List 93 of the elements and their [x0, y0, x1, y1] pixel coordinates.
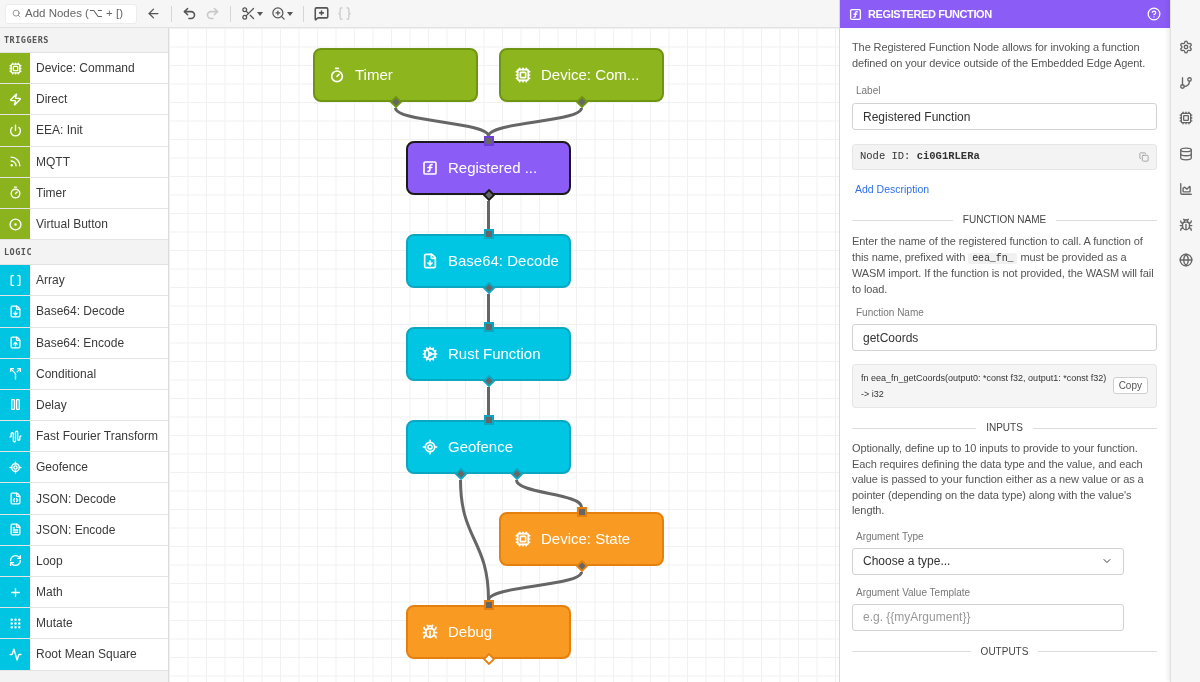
panel-title: REGISTERED FUNCTION: [868, 6, 992, 22]
node-palette-item[interactable]: Loop: [0, 545, 168, 577]
back-arrow-icon[interactable]: [146, 6, 161, 21]
input-port[interactable]: [576, 507, 587, 517]
search-icon: [12, 8, 21, 19]
inputs-help-text: Optionally, define up to 10 inputs to provide to your function. Each requires defining the data type and the value, and each value is passed to your function either as a new value or as a pointer (depending on the data type) along with the value's length.: [852, 441, 1145, 519]
input-port[interactable]: [483, 229, 494, 239]
node-palette-item[interactable]: Array: [0, 265, 168, 297]
dot-grid-icon: [0, 608, 30, 639]
globe-icon[interactable]: [1178, 253, 1193, 267]
loop-arrows-icon: [0, 545, 30, 576]
function-icon: [849, 7, 862, 21]
node-palette-item[interactable]: EEA: Init: [0, 115, 168, 147]
crosshair-icon: [0, 452, 30, 483]
description-text: The Registered Function Node allows for invoking a function defined on your device outside of the Embedded Edge Agent.: [852, 40, 1147, 71]
undo-icon[interactable]: [182, 6, 197, 21]
input-port[interactable]: [483, 600, 494, 610]
section-heading: OUTPUTS: [980, 645, 1029, 658]
label-input[interactable]: Registered Function: [852, 103, 1157, 130]
function-icon: [422, 160, 438, 176]
section-header: LOGIC: [4, 245, 33, 259]
file-code-icon: [0, 483, 30, 514]
caret-icon: [257, 11, 263, 16]
zoom-menu-button[interactable]: [271, 6, 293, 21]
field-label: Function Name: [856, 307, 925, 319]
field-label: Argument Value Template: [856, 586, 972, 599]
field-label: Label: [856, 85, 882, 97]
bug-icon[interactable]: [1178, 217, 1193, 232]
section-heading: INPUTS: [986, 422, 1023, 434]
node-palette-item[interactable]: Math: [0, 577, 168, 609]
function-name-input[interactable]: getCoords: [852, 324, 1157, 351]
node-id-text: Node ID: ci0G1RLERa: [860, 149, 980, 165]
node-palette-item[interactable]: Conditional: [0, 358, 168, 390]
add-description-link[interactable]: Add Description: [855, 183, 930, 196]
connection-line: [515, 479, 583, 508]
search-field[interactable]: Add Nodes (⌥ + [): [5, 3, 137, 24]
node-palette-item[interactable]: Delay: [0, 389, 168, 422]
chip-icon[interactable]: [1178, 111, 1193, 125]
node-palette-item[interactable]: Device: Command: [0, 53, 168, 85]
node-palette-item[interactable]: Direct: [0, 84, 168, 116]
power-icon: [0, 115, 30, 146]
file-arrow-icon: [422, 253, 438, 269]
node-palette-item[interactable]: Virtual Button: [0, 208, 168, 241]
node-palette-item[interactable]: Base64: Encode: [0, 327, 168, 359]
node-palette-item[interactable]: Base64: Decode: [0, 296, 168, 328]
function-name-help-text: Enter the name of the registered function to call. A function of this name, prefixed with eea_fn_ must be provided as a WASM import. If the function is not provided, the WASM will fail to load.: [852, 234, 1155, 297]
crosshair-icon: [422, 439, 438, 455]
node-palette-item[interactable]: Mutate: [0, 608, 168, 640]
cut-menu-button[interactable]: [241, 6, 263, 21]
flow-node[interactable]: Registered ...: [406, 141, 571, 195]
connection-line: [487, 294, 490, 322]
copy-button[interactable]: Copy: [1112, 377, 1148, 394]
chip-icon: [515, 531, 531, 547]
section-header: TRIGGERS: [4, 33, 49, 47]
chip-icon: [515, 67, 531, 83]
caret-icon: [287, 11, 293, 16]
help-icon[interactable]: [1147, 7, 1161, 21]
lightning-icon: [0, 84, 30, 115]
database-icon[interactable]: [1178, 146, 1193, 161]
area-chart-icon[interactable]: [1178, 182, 1193, 196]
pause-icon: [0, 389, 30, 421]
node-palette-item[interactable]: Fast Fourier Transform: [0, 421, 168, 453]
connection-line: [487, 387, 490, 415]
node-palette-item[interactable]: JSON: Encode: [0, 514, 168, 546]
cog-icon: [422, 346, 438, 362]
signal-feed-icon: [0, 146, 30, 177]
node-palette-item[interactable]: Timer: [0, 177, 168, 209]
node-palette-item[interactable]: Root Mean Square: [0, 639, 168, 671]
stopwatch-icon: [0, 177, 30, 208]
input-port[interactable]: [483, 322, 494, 332]
settings-icon[interactable]: [1178, 40, 1193, 54]
output-port[interactable]: [482, 189, 495, 201]
argument-type-select[interactable]: Choose a type...: [852, 547, 1124, 575]
connection-line: [487, 201, 490, 229]
add-comment-icon[interactable]: [314, 6, 329, 21]
file-text-icon: [0, 514, 30, 545]
waveform-icon: [0, 421, 30, 452]
section-heading: FUNCTION NAME: [962, 214, 1047, 226]
input-port[interactable]: [483, 415, 494, 425]
input-port[interactable]: [483, 136, 494, 146]
node-palette-item[interactable]: MQTT: [0, 146, 168, 178]
split-arrows-icon: [0, 358, 30, 389]
stopwatch-icon: [329, 67, 345, 83]
field-label: Argument Type: [856, 530, 925, 543]
scissors-icon: [241, 6, 256, 21]
bug-icon: [422, 624, 438, 640]
node-palette-item[interactable]: Geofence: [0, 452, 168, 484]
zoom-in-icon: [271, 6, 286, 21]
argument-value-input[interactable]: e.g. {{myArgument}}: [852, 603, 1124, 631]
branch-icon[interactable]: [1178, 75, 1193, 90]
function-signature: fn eea_fn_getCoords(output0: *const f32, output1: *const f32) -> i32: [861, 372, 1107, 401]
node-palette-item[interactable]: JSON: Decode: [0, 483, 168, 515]
plus-icon: [0, 577, 30, 608]
